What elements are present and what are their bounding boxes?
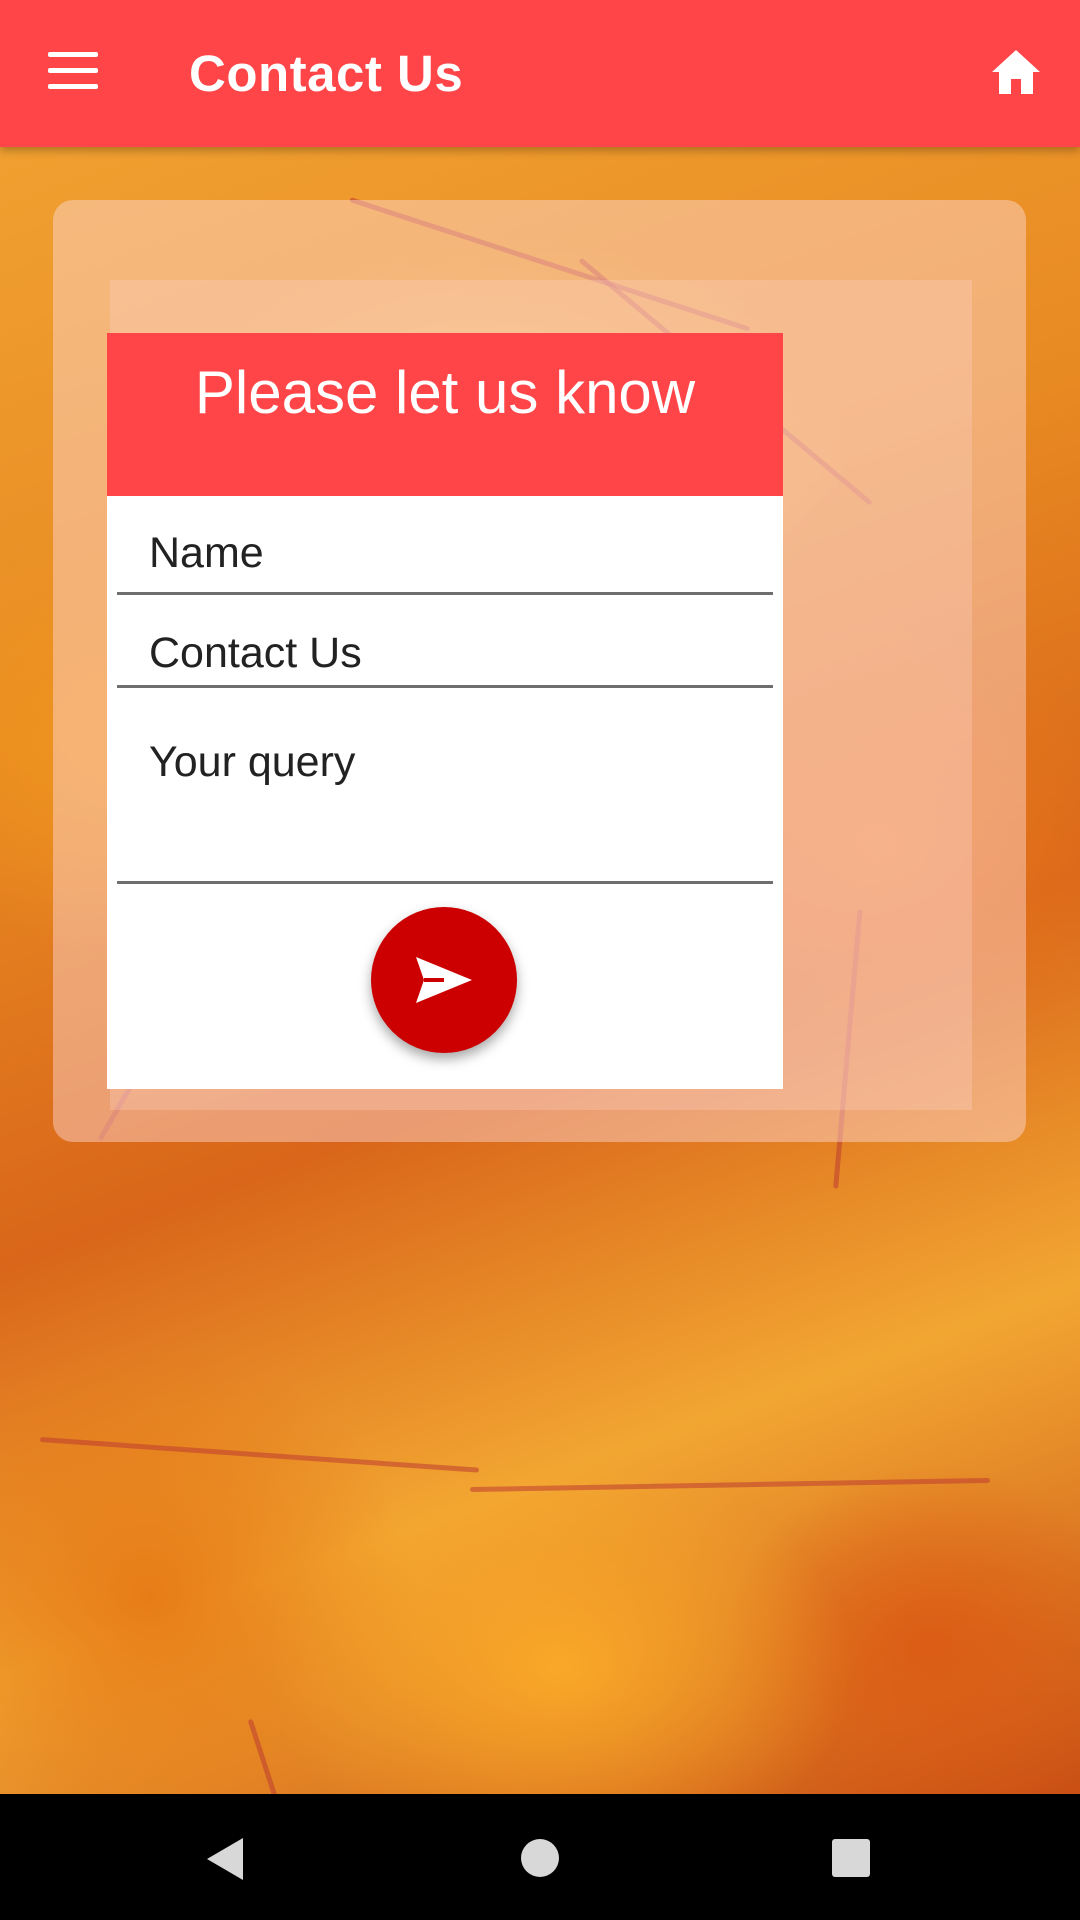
name-input[interactable]: [117, 511, 773, 591]
home-icon[interactable]: [990, 48, 1042, 96]
subject-field[interactable]: [117, 608, 773, 688]
screen: Contact Us Please let us know: [0, 0, 1080, 1920]
send-icon: [416, 957, 472, 1003]
recents-square-icon[interactable]: [831, 1838, 871, 1883]
contact-form: Please let us know: [107, 333, 783, 1089]
query-input[interactable]: [117, 713, 773, 879]
hamburger-menu-icon[interactable]: [48, 52, 98, 90]
send-button[interactable]: [371, 907, 517, 1053]
home-circle-icon[interactable]: [520, 1838, 560, 1883]
query-field[interactable]: [117, 713, 773, 884]
system-navigation-bar: [0, 1794, 1080, 1920]
page-title: Contact Us: [189, 45, 464, 102]
back-triangle-icon[interactable]: [205, 1836, 245, 1887]
app-bar: Contact Us: [0, 0, 1080, 147]
name-field[interactable]: [117, 511, 773, 595]
subject-input[interactable]: [117, 608, 773, 684]
form-header: Please let us know: [107, 333, 783, 496]
